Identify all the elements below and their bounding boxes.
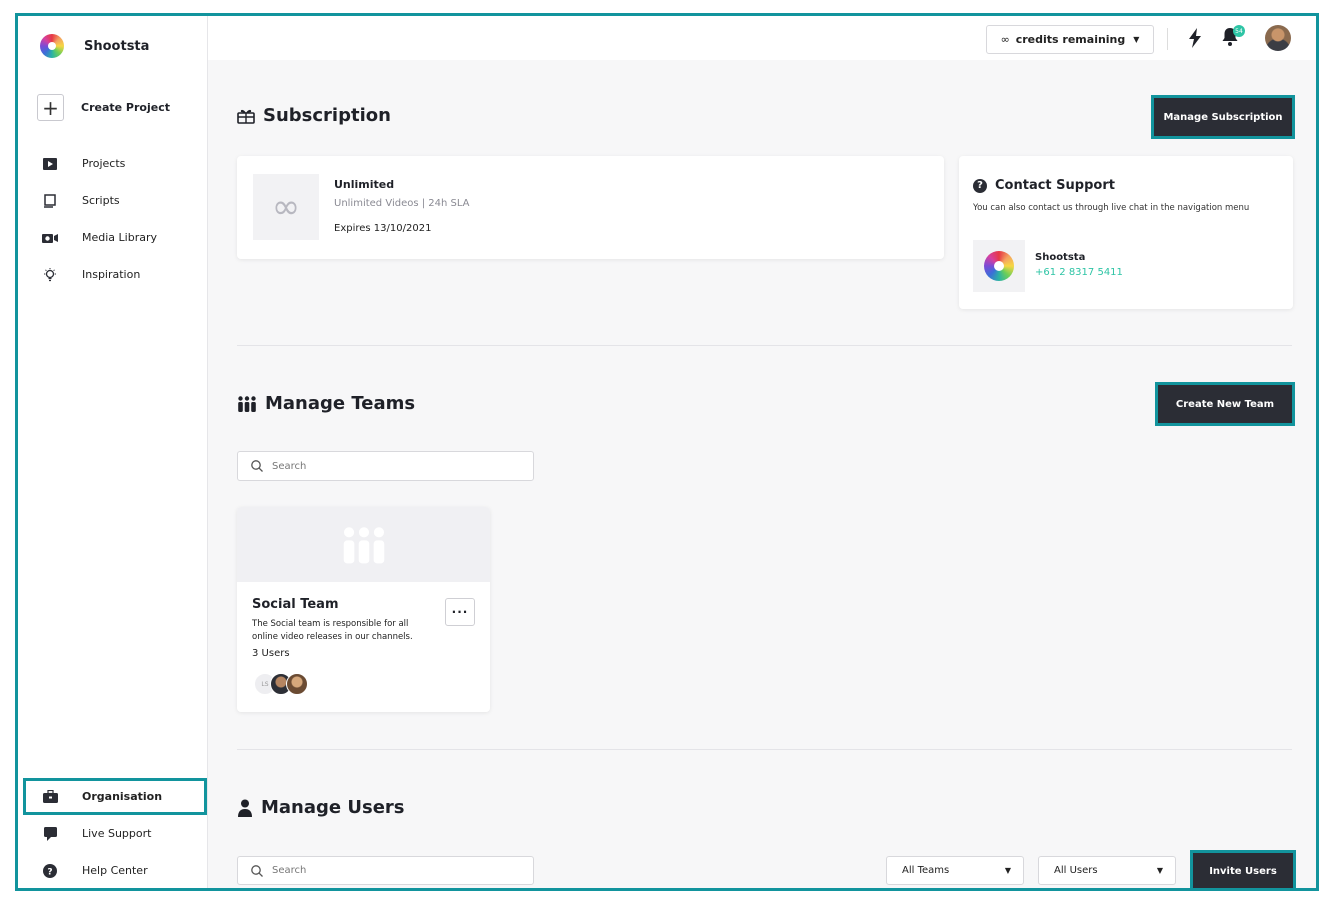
user-icon (237, 799, 253, 817)
teams-search-input[interactable] (272, 460, 512, 472)
subscription-icon (237, 108, 255, 124)
team-icon (343, 526, 384, 563)
avatar (286, 673, 308, 695)
manage-subscription-button[interactable]: Manage Subscription (1151, 95, 1295, 139)
sidebar-item-media-library[interactable]: Media Library (18, 219, 208, 256)
contact-support-title: Contact Support (995, 178, 1115, 193)
sidebar-bottom-nav: Organisation Live Support ? Help Center (18, 778, 208, 888)
create-new-team-button[interactable]: Create New Team (1155, 382, 1295, 426)
subscription-heading: Subscription (237, 105, 391, 126)
more-options-button[interactable]: ··· (445, 598, 475, 626)
notifications-button[interactable]: 54 (1221, 25, 1245, 49)
svg-text:?: ? (47, 867, 52, 877)
credits-label: credits remaining (1015, 33, 1126, 46)
sidebar-item-label: Projects (82, 157, 126, 170)
sidebar-item-organisation[interactable]: Organisation (23, 778, 207, 815)
section-divider (237, 345, 1292, 346)
lightning-icon[interactable] (1187, 28, 1203, 48)
topbar: ∞ credits remaining ▼ 54 (208, 16, 1316, 60)
film-icon (42, 156, 58, 172)
users-filter-value: All Users (1054, 865, 1098, 876)
teams-filter-value: All Teams (902, 865, 950, 876)
contact-name: Shootsta (1035, 252, 1086, 263)
contact-support-text: You can also contact us through live cha… (973, 203, 1250, 213)
contact-phone-link[interactable]: +61 2 8317 5411 (1035, 267, 1123, 278)
contact-logo (973, 240, 1025, 292)
sidebar-item-label: Inspiration (82, 268, 141, 281)
users-search[interactable] (237, 856, 534, 885)
contact-support-card: ? Contact Support You can also contact u… (959, 156, 1293, 309)
sidebar-item-scripts[interactable]: Scripts (18, 182, 208, 219)
create-project-button[interactable]: + Create Project (37, 94, 170, 121)
sidebar-item-label: Help Center (82, 864, 148, 877)
chat-icon (42, 826, 58, 842)
teams-filter-select[interactable]: All Teams ▼ (886, 856, 1024, 885)
lightbulb-icon (42, 267, 58, 283)
plan-description: Unlimited Videos | 24h SLA (334, 198, 470, 209)
manage-teams-heading: Manage Teams (237, 393, 415, 414)
infinity-icon: ∞ (253, 174, 319, 240)
plan-expiry: Expires 13/10/2021 (334, 223, 432, 234)
team-description: The Social team is responsible for all o… (252, 619, 413, 642)
divider (1167, 28, 1168, 50)
sidebar-item-inspiration[interactable]: Inspiration (18, 256, 208, 293)
shootsta-logo-icon (984, 251, 1014, 281)
subscription-card: ∞ Unlimited Unlimited Videos | 24h SLA E… (237, 156, 944, 259)
create-project-label: Create Project (81, 101, 170, 114)
invite-users-button[interactable]: Invite Users (1190, 850, 1296, 888)
users-search-input[interactable] (272, 865, 512, 876)
user-avatar[interactable] (1265, 25, 1291, 51)
plan-name: Unlimited (334, 178, 395, 191)
manage-users-heading: Manage Users (237, 797, 405, 818)
sidebar-item-label: Organisation (82, 790, 163, 803)
team-avatars: LS (254, 673, 308, 695)
teams-search[interactable] (237, 451, 534, 481)
sidebar-item-label: Scripts (82, 194, 120, 207)
main-content: Subscription Manage Subscription ∞ Unlim… (208, 60, 1316, 888)
subscription-title: Subscription (263, 105, 391, 126)
help-icon: ? (42, 863, 58, 879)
chevron-down-icon: ▼ (1133, 35, 1140, 44)
app-name: Shootsta (84, 38, 150, 54)
search-icon (251, 864, 263, 877)
sidebar-item-projects[interactable]: Projects (18, 145, 208, 182)
sidebar-item-label: Live Support (82, 827, 152, 840)
contact-support-heading: ? Contact Support (973, 178, 1115, 193)
team-card[interactable]: Social Team The Social team is responsib… (237, 507, 490, 712)
sidebar: Shootsta + Create Project Projects Scrip… (18, 16, 208, 888)
plus-icon: + (37, 94, 64, 121)
manage-users-title: Manage Users (261, 797, 405, 818)
section-divider (237, 749, 1292, 750)
app-window: Shootsta + Create Project Projects Scrip… (15, 13, 1319, 891)
script-icon (42, 193, 58, 209)
sidebar-item-help-center[interactable]: ? Help Center (18, 852, 208, 888)
team-name: Social Team (252, 597, 339, 612)
chevron-down-icon: ▼ (1156, 866, 1163, 875)
chevron-down-icon: ▼ (1004, 866, 1011, 875)
team-user-count: 3 Users (252, 648, 290, 659)
brand[interactable]: Shootsta (40, 34, 149, 58)
search-icon (251, 460, 263, 472)
briefcase-icon (42, 789, 58, 805)
camera-icon (42, 230, 58, 246)
manage-teams-title: Manage Teams (265, 393, 416, 414)
sidebar-nav: Projects Scripts Media Library Inspirati… (18, 145, 208, 293)
sidebar-item-live-support[interactable]: Live Support (18, 815, 208, 852)
team-icon (237, 395, 257, 412)
question-icon: ? (973, 178, 987, 193)
notification-badge: 54 (1233, 25, 1245, 37)
team-banner (237, 507, 490, 582)
infinity-icon: ∞ (1000, 33, 1010, 46)
ellipsis-icon: ··· (451, 605, 469, 619)
sidebar-item-label: Media Library (82, 231, 157, 244)
credits-dropdown[interactable]: ∞ credits remaining ▼ (986, 25, 1154, 54)
shootsta-logo-icon (40, 34, 64, 58)
users-filter-select[interactable]: All Users ▼ (1038, 856, 1176, 885)
